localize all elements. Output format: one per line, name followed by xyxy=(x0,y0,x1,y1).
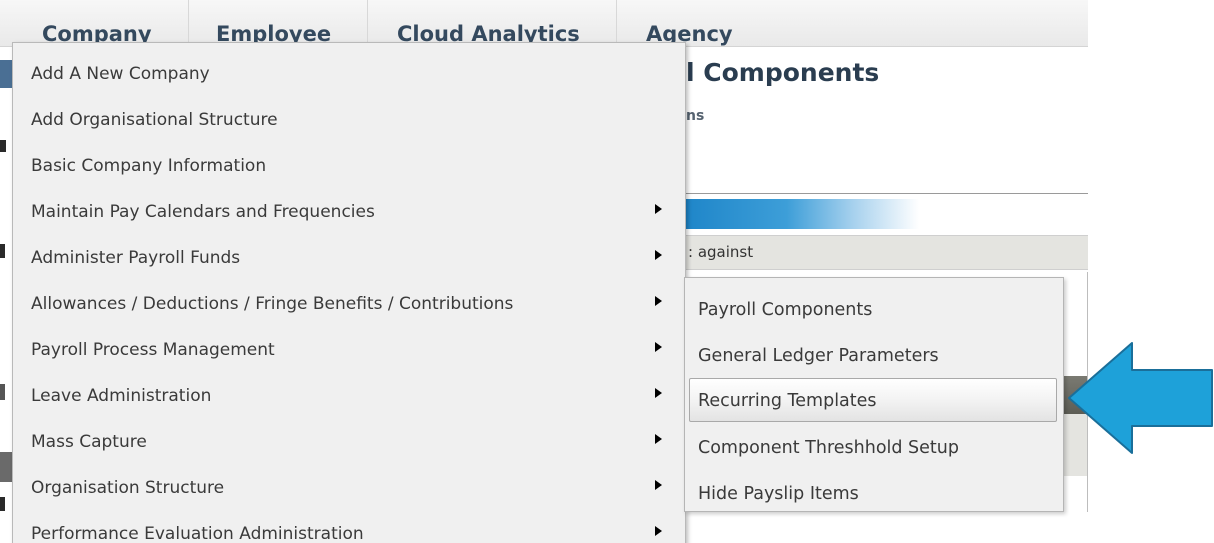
menu-item-add-organisational-structure[interactable]: Add Organisational Structure xyxy=(13,97,685,143)
left-edge-fragment xyxy=(0,497,5,511)
submenu-arrow-icon xyxy=(655,250,662,260)
allowances-submenu: Payroll Components General Ledger Paramet… xyxy=(684,277,1064,512)
left-edge-fragment xyxy=(0,60,12,88)
submenu-item-payroll-components[interactable]: Payroll Components xyxy=(685,284,1063,330)
left-edge-fragment xyxy=(0,452,12,482)
table-header-text: : against xyxy=(688,243,754,261)
page-subtitle: ns xyxy=(686,108,705,124)
menu-item-allowances-deductions-fringe-benefits-contributions[interactable]: Allowances / Deductions / Fringe Benefit… xyxy=(13,281,685,327)
menu-item-leave-administration[interactable]: Leave Administration xyxy=(13,373,685,419)
submenu-item-label: Component Threshhold Setup xyxy=(698,438,959,458)
submenu-arrow-icon xyxy=(655,526,662,536)
menu-item-label: Add Organisational Structure xyxy=(31,110,278,130)
page-title: l Components xyxy=(686,58,880,87)
menu-item-label: Organisation Structure xyxy=(31,478,225,498)
menu-item-organisation-structure[interactable]: Organisation Structure xyxy=(13,465,685,511)
menu-item-maintain-pay-calendars-and-frequencies[interactable]: Maintain Pay Calendars and Frequencies xyxy=(13,189,685,235)
callout-arrow-icon xyxy=(1068,342,1213,454)
left-edge-fragment xyxy=(0,384,5,400)
nav-tab-employee[interactable]: Employee xyxy=(188,0,368,46)
page: Company Employee Cloud Analytics Agency … xyxy=(0,0,1214,543)
submenu-item-label: Payroll Components xyxy=(698,300,873,320)
submenu-item-general-ledger-parameters[interactable]: General Ledger Parameters xyxy=(685,330,1063,376)
section-header-bar xyxy=(686,199,1088,229)
top-nav-bar: Company Employee Cloud Analytics Agency xyxy=(0,0,1088,47)
submenu-item-hide-payslip-items[interactable]: Hide Payslip Items xyxy=(685,468,1063,514)
menu-item-mass-capture[interactable]: Mass Capture xyxy=(13,419,685,465)
menu-item-add-a-new-company[interactable]: Add A New Company xyxy=(13,51,685,97)
menu-item-label: Payroll Process Management xyxy=(31,340,275,360)
submenu-arrow-icon xyxy=(655,434,662,444)
menu-item-performance-evaluation-administration[interactable]: Performance Evaluation Administration xyxy=(13,511,685,543)
menu-item-label: Add A New Company xyxy=(31,64,210,84)
nav-tab-company[interactable]: Company xyxy=(0,0,189,46)
table-header-row: : against xyxy=(686,235,1088,270)
company-dropdown-menu: Add A New Company Add Organisational Stru… xyxy=(12,42,686,543)
menu-item-administer-payroll-funds[interactable]: Administer Payroll Funds xyxy=(13,235,685,281)
menu-item-label: Administer Payroll Funds xyxy=(31,248,241,268)
menu-item-basic-company-information[interactable]: Basic Company Information xyxy=(13,143,685,189)
submenu-arrow-icon xyxy=(655,204,662,214)
submenu-item-recurring-templates[interactable]: Recurring Templates xyxy=(689,378,1057,422)
submenu-item-label: Recurring Templates xyxy=(698,391,877,411)
left-edge-fragment xyxy=(0,244,5,258)
menu-item-label: Basic Company Information xyxy=(31,156,267,176)
submenu-item-label: Hide Payslip Items xyxy=(698,484,859,504)
left-edge-fragment xyxy=(0,140,6,152)
submenu-item-label: General Ledger Parameters xyxy=(698,346,939,366)
menu-item-label: Performance Evaluation Administration xyxy=(31,524,364,543)
submenu-arrow-icon xyxy=(655,342,662,352)
submenu-arrow-icon xyxy=(655,296,662,306)
menu-item-payroll-process-management[interactable]: Payroll Process Management xyxy=(13,327,685,373)
nav-tab-agency[interactable]: Agency xyxy=(616,0,816,46)
submenu-item-component-threshhold-setup[interactable]: Component Threshhold Setup xyxy=(685,422,1063,468)
menu-item-label: Mass Capture xyxy=(31,432,147,452)
menu-item-label: Allowances / Deductions / Fringe Benefit… xyxy=(31,294,514,314)
submenu-arrow-icon xyxy=(655,480,662,490)
submenu-arrow-icon xyxy=(655,388,662,398)
divider xyxy=(686,193,1088,194)
nav-tab-cloud-analytics[interactable]: Cloud Analytics xyxy=(367,0,617,46)
menu-item-label: Maintain Pay Calendars and Frequencies xyxy=(31,202,375,222)
menu-item-label: Leave Administration xyxy=(31,386,212,406)
